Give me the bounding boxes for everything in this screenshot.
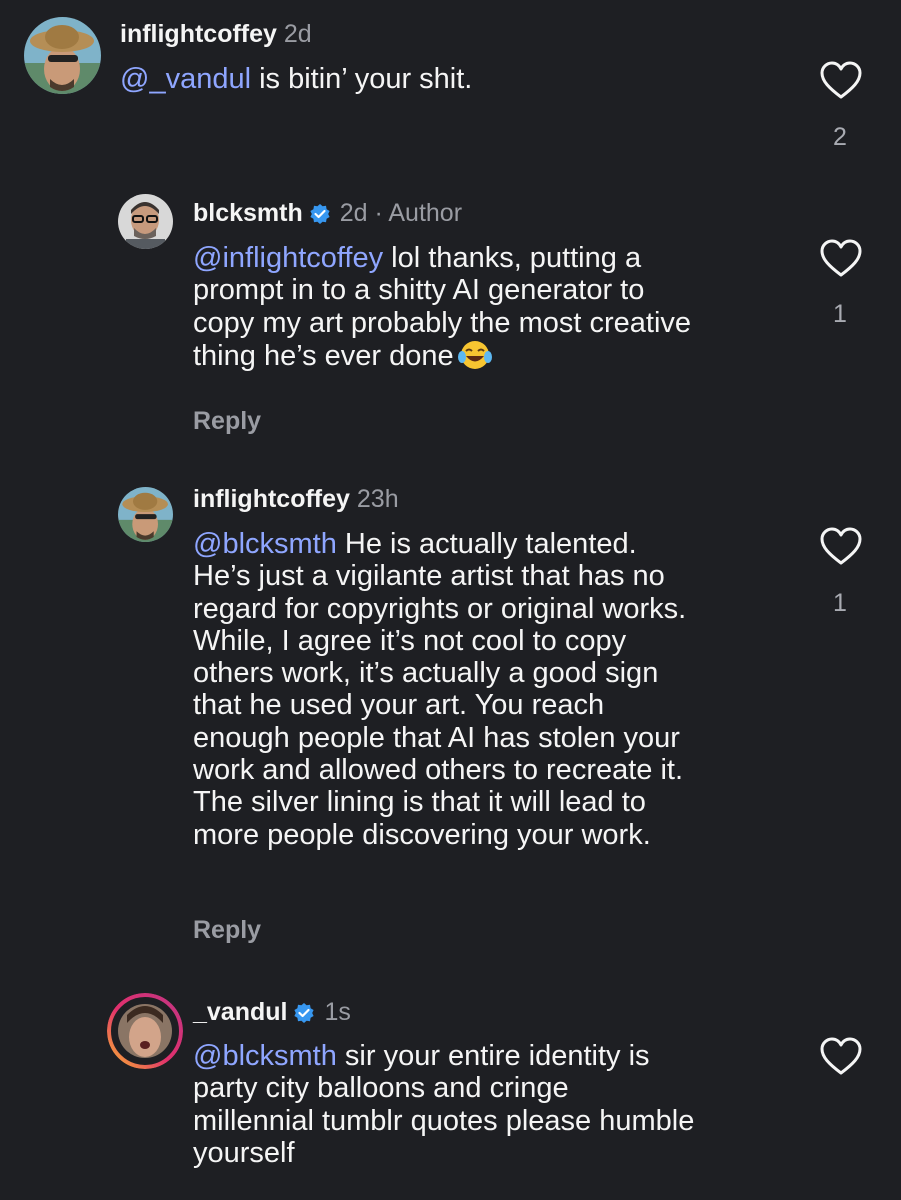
mention-link[interactable]: @_vandul: [120, 63, 251, 95]
comment-line: While, I agree it’s not cool to copy: [193, 624, 627, 657]
comment-text: He is actually talented.: [336, 528, 637, 560]
like-count: 1: [833, 589, 847, 617]
comment-timestamp: 1s: [324, 998, 351, 1026]
avatar-photo-story-ring-icon: [107, 993, 183, 1069]
heart-icon[interactable]: [819, 1036, 863, 1076]
comment-line: regard for copyrights or original works.: [193, 592, 687, 625]
avatar-photo-hat-icon: [24, 17, 101, 94]
comment-body: @blcksmth sir your entire identity is pa…: [193, 1040, 694, 1169]
comment-username[interactable]: inflightcoffey: [193, 485, 350, 513]
comment-username[interactable]: blcksmth: [193, 199, 303, 227]
mention-link[interactable]: @inflightcoffey: [193, 242, 383, 274]
tears-of-joy-emoji-icon: [457, 340, 492, 369]
avatar-photo-glasses-icon: [118, 194, 173, 249]
comment-line: party city balloons and cringe: [193, 1072, 569, 1105]
comment-timestamp: 23h: [356, 485, 399, 513]
heart-icon[interactable]: [819, 60, 863, 100]
comment-line: thing he’s ever done: [193, 339, 454, 372]
heart-icon[interactable]: [819, 238, 863, 278]
comment-line: enough people that AI has stolen your: [193, 721, 680, 754]
reply-button[interactable]: Reply: [193, 915, 261, 945]
comment-line: that he used your art. You reach: [193, 689, 605, 722]
comment-body: @inflightcoffey lol thanks, putting a pr…: [193, 242, 691, 372]
avatar-inflightcoffey[interactable]: [24, 17, 101, 94]
avatar-vandul[interactable]: [107, 993, 183, 1069]
verified-badge-icon: [294, 1003, 315, 1023]
comment-line: copy my art probably the most creative: [193, 306, 692, 339]
comment-line: yourself: [193, 1136, 295, 1169]
like-count: 2: [833, 123, 847, 151]
avatar-inflightcoffey[interactable]: [118, 487, 173, 542]
mention-link[interactable]: @blcksmth: [193, 1040, 337, 1072]
heart-icon[interactable]: [819, 526, 863, 566]
like-count: 1: [833, 300, 847, 328]
comment-text: sir your entire identity is: [336, 1040, 650, 1072]
comment-line: The silver lining is that it will lead t…: [193, 786, 646, 819]
reply-button[interactable]: Reply: [193, 406, 261, 436]
comment-line: others work, it’s actually a good sign: [193, 657, 659, 690]
comment-line: He’s just a vigilante artist that has no: [193, 560, 665, 593]
comment-body: @_vandul is bitin’ your shit.: [120, 63, 472, 95]
comment-username[interactable]: inflightcoffey: [120, 20, 277, 48]
comment-line: prompt in to a shitty AI generator to: [193, 274, 645, 307]
comment-username[interactable]: _vandul: [193, 998, 287, 1026]
comment-timestamp: 2d: [283, 20, 312, 48]
verified-badge-icon: [310, 204, 330, 224]
comment-text: lol thanks, putting a: [383, 242, 642, 274]
avatar-photo-hat-icon: [118, 487, 173, 542]
comment-line: more people discovering your work.: [193, 818, 651, 851]
comment-body: @blcksmth He is actually talented. He’s …: [193, 528, 686, 851]
comment-line: millennial tumblr quotes please humble: [193, 1104, 695, 1137]
avatar-blcksmth[interactable]: [118, 194, 173, 249]
comment-text: is bitin’ your shit.: [251, 63, 473, 95]
mention-link[interactable]: @blcksmth: [193, 528, 337, 560]
comment-line: work and allowed others to recreate it.: [193, 754, 684, 787]
comment-timestamp: 2d · Author: [339, 199, 463, 227]
